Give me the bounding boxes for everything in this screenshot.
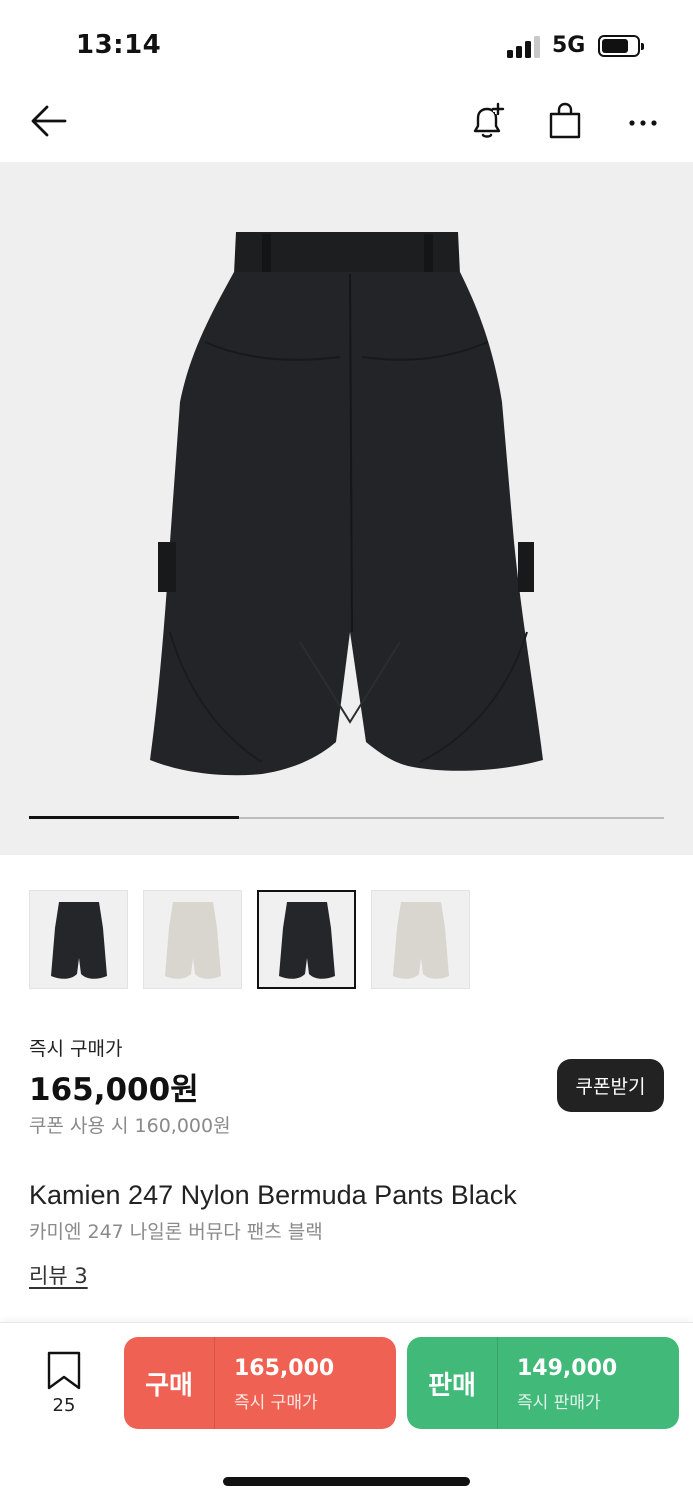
carousel-progress: [29, 816, 664, 819]
home-indicator[interactable]: [223, 1477, 470, 1486]
sell-button-sub: 즉시 판매가: [517, 1393, 601, 1413]
back-button[interactable]: [26, 98, 72, 144]
status-bar: 13:14 5G: [0, 0, 693, 90]
thumbnail-image: [278, 901, 335, 979]
arrow-left-icon: [31, 105, 67, 137]
bookmark-icon: [47, 1351, 81, 1390]
price-alert-button[interactable]: [464, 98, 510, 144]
product-name-en: Kamien 247 Nylon Bermuda Pants Black: [29, 1180, 517, 1210]
bottom-action-bar: 25 구매 165,000 즉시 구매가 판매 149,000 즉시 판매가: [0, 1322, 693, 1500]
thumbnail-2[interactable]: [143, 890, 242, 989]
bell-plus-icon: [473, 102, 505, 138]
thumbnail-image: [50, 901, 107, 979]
buy-button-label: 구매: [124, 1337, 215, 1429]
thumbnail-image: [392, 901, 449, 979]
more-horizontal-icon: [629, 120, 657, 126]
sell-button[interactable]: 판매 149,000 즉시 판매가: [407, 1337, 679, 1429]
get-coupon-button[interactable]: 쿠폰받기: [557, 1059, 664, 1112]
sell-button-label: 판매: [407, 1337, 498, 1429]
bookmark-count: 25: [52, 1395, 76, 1416]
carousel-progress-fill: [29, 816, 239, 819]
thumbnail-strip: [29, 890, 470, 990]
top-nav: [0, 90, 693, 160]
instant-buy-label: 즉시 구매가: [29, 1038, 123, 1060]
thumbnail-3[interactable]: [257, 890, 356, 989]
signal-icon: [507, 36, 541, 58]
bookmark-button[interactable]: 25: [40, 1351, 88, 1421]
product-image-carousel[interactable]: [0, 162, 693, 855]
buy-button-sub: 즉시 구매가: [234, 1393, 318, 1413]
shopping-bag-button[interactable]: [542, 98, 588, 144]
product-name-ko: 카미엔 247 나일론 버뮤다 팬츠 블랙: [29, 1221, 323, 1243]
buy-button-amount: 165,000: [234, 1356, 335, 1381]
sell-button-amount: 149,000: [517, 1356, 618, 1381]
status-time: 13:14: [76, 30, 162, 60]
review-link[interactable]: 리뷰 3: [29, 1260, 88, 1290]
battery-icon: [598, 35, 644, 57]
more-button[interactable]: [620, 98, 666, 144]
buy-button[interactable]: 구매 165,000 즉시 구매가: [124, 1337, 396, 1429]
instant-buy-price: 165,000원: [29, 1072, 199, 1108]
coupon-price-note: 쿠폰 사용 시 160,000원: [29, 1115, 231, 1137]
thumbnail-4[interactable]: [371, 890, 470, 989]
thumbnail-1[interactable]: [29, 890, 128, 989]
shopping-bag-icon: [549, 102, 581, 139]
thumbnail-image: [164, 901, 221, 979]
network-label: 5G: [552, 33, 586, 58]
product-image: [150, 232, 543, 776]
